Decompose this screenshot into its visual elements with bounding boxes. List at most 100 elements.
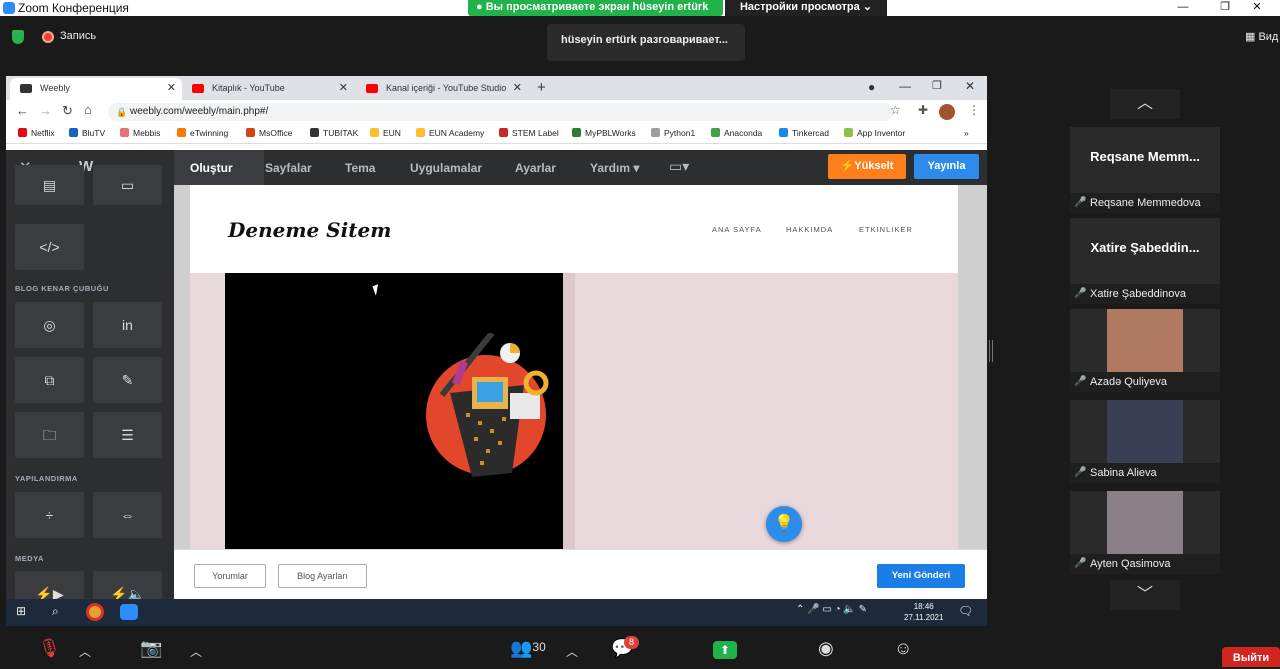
close-tab-icon[interactable]: ✕ — [339, 78, 348, 99]
nav-help[interactable]: Yardım ▾ — [590, 161, 639, 175]
back-icon[interactable]: ← — [16, 103, 29, 118]
browser-close-button[interactable]: ✕ — [965, 79, 975, 93]
taskbar-search-icon[interactable]: ⌕ — [52, 604, 59, 619]
bookmark-eun[interactable]: EUN — [370, 128, 401, 138]
browser-menu-icon[interactable]: ⋮ — [968, 103, 980, 117]
participant-tile[interactable]: 🎤 Azadə Quliyeva — [1070, 309, 1220, 392]
flickr-element-tile[interactable]: ◎ — [15, 302, 84, 348]
nav-pages[interactable]: Sayfalar — [265, 161, 312, 175]
bookmark-mypblworks[interactable]: MyPBLWorks — [572, 128, 636, 138]
reload-icon[interactable]: ↻ — [62, 103, 73, 119]
column-divider[interactable] — [563, 273, 575, 549]
bookmark-netflix[interactable]: Netflix — [18, 128, 55, 138]
share-screen-icon[interactable]: ⬆ — [713, 641, 737, 659]
browser-tab-weebly[interactable]: Weebly ✕ — [10, 78, 182, 100]
participant-tile[interactable]: Xatire Şabeddin... 🎤 Xatire Şabeddinova — [1070, 218, 1220, 304]
browser-maximize-button[interactable]: ❐ — [932, 79, 942, 92]
participant-tile[interactable]: 🎤 Ayten Qasimova — [1070, 491, 1220, 574]
nav-settings[interactable]: Ayarlar — [515, 161, 556, 175]
embed-code-tile[interactable]: </> — [15, 224, 84, 270]
system-tray-icons[interactable]: ⌃ 🎤 ▭ ◔ 🔈 ✎ — [796, 604, 867, 615]
audio-element-tile[interactable]: ⚡🔈 — [93, 571, 162, 599]
tips-lightbulb-button[interactable]: 💡 — [766, 506, 802, 542]
site-nav-about[interactable]: HAKKIMDA — [786, 225, 833, 234]
home-icon[interactable]: ⌂ — [84, 102, 92, 117]
nav-build[interactable]: Oluştur — [190, 161, 233, 175]
gallery-element-tile[interactable]: ▤ — [15, 165, 84, 205]
bookmark-star-icon[interactable]: ☆ — [890, 103, 901, 117]
view-settings-dropdown[interactable]: Настройки просмотра ⌄ — [725, 0, 887, 16]
notifications-icon[interactable]: 🗨 — [958, 604, 973, 618]
divider-element-tile[interactable]: ÷ — [15, 492, 84, 538]
gallery-icon: ▤ — [42, 177, 57, 193]
bookmark-tinkercad[interactable]: Tinkercad — [779, 128, 829, 138]
gallery-scroll-down[interactable]: ﹀ — [1110, 580, 1180, 610]
site-nav-events[interactable]: ETKINLIKER — [859, 225, 913, 234]
minimize-button[interactable]: — — [1160, 0, 1206, 16]
participants-button[interactable]: 👥30 — [510, 638, 546, 659]
browser-minimize-button[interactable]: — — [899, 79, 911, 93]
taskbar-clock[interactable]: 18:46 27.11.2021 — [904, 601, 943, 623]
bookmark-tubitak[interactable]: TUBITAK — [310, 128, 358, 138]
gallery-scroll-up[interactable]: ︿ — [1110, 89, 1180, 119]
participant-tile[interactable]: 🎤 Sabina Alieva — [1070, 400, 1220, 483]
categories-element-tile[interactable]: 🗀 — [15, 412, 84, 458]
bookmark-stem-label[interactable]: STEM Label — [499, 128, 559, 138]
archive-element-tile[interactable]: ⧉ — [15, 357, 84, 403]
close-tab-icon[interactable]: ✕ — [167, 78, 176, 99]
nav-theme[interactable]: Tema — [345, 161, 375, 175]
browser-tab-youtube[interactable]: Kitaplık - YouTube ✕ — [182, 78, 354, 100]
new-post-button[interactable]: Yeni Gönderi — [877, 564, 965, 588]
reactions-icon[interactable]: ☺ — [894, 638, 912, 659]
record-icon[interactable]: ◉ — [818, 638, 834, 659]
view-button[interactable]: ▦ Вид — [1245, 30, 1278, 43]
browser-tab-youtube-studio[interactable]: Kanal içeriği - YouTube Studio ✕ — [356, 78, 528, 100]
recording-label[interactable]: Запись — [42, 30, 96, 42]
spacer-element-tile[interactable]: ⇔ — [93, 492, 162, 538]
bookmark-app-inventor[interactable]: App Inventor — [844, 128, 905, 138]
bookmark-mebbis[interactable]: Mebbis — [120, 128, 160, 138]
bookmark-eun-academy[interactable]: EUN Academy — [416, 128, 484, 138]
linkedin-element-tile[interactable]: in — [93, 302, 162, 348]
video-element-tile[interactable]: ⚡▶ — [15, 571, 84, 599]
windows-start-icon[interactable]: ⊞ — [16, 604, 26, 618]
bookmark-python1[interactable]: Python1 — [651, 128, 695, 138]
video-options-chevron-icon[interactable]: ︿ — [190, 643, 202, 660]
address-bar[interactable]: 🔒 weebly.com/weebly/main.php#/ — [108, 103, 893, 121]
site-logo[interactable]: Deneme Sitem — [228, 218, 391, 242]
publish-button[interactable]: Yayınla — [914, 154, 979, 179]
slideshow-element-tile[interactable]: ▭ — [93, 165, 162, 205]
security-shield-icon[interactable] — [12, 30, 24, 44]
extensions-icon[interactable]: ✚ — [918, 103, 928, 117]
site-nav-home[interactable]: ANA SAYFA — [712, 225, 762, 234]
bookmark-blutv[interactable]: BluTV — [69, 128, 105, 138]
media-control-icon[interactable]: ● — [868, 80, 875, 94]
author-element-tile[interactable]: ✎ — [93, 357, 162, 403]
bookmark-etwinning[interactable]: eTwinning — [177, 128, 228, 138]
forward-icon[interactable]: → — [39, 103, 52, 118]
start-video-icon[interactable]: 📷 — [140, 638, 162, 659]
close-tab-icon[interactable]: ✕ — [513, 78, 522, 99]
gallery-resize-handle[interactable] — [989, 340, 993, 362]
rss-element-tile[interactable]: ☰ — [93, 412, 162, 458]
participants-chevron-icon[interactable]: ︿ — [566, 643, 578, 660]
leave-meeting-button[interactable]: Выйти — [1222, 647, 1280, 667]
bookmark-msoffice[interactable]: MsOffice — [246, 128, 292, 138]
audio-options-chevron-icon[interactable]: ︿ — [79, 643, 91, 660]
bookmark-anaconda[interactable]: Anaconda — [711, 128, 762, 138]
anaconda-icon — [711, 128, 720, 137]
blog-settings-button[interactable]: Blog Ayarları — [278, 564, 367, 588]
participant-tile[interactable]: Reqsane Memm... 🎤 Reqsane Memmedova — [1070, 127, 1220, 213]
close-window-button[interactable]: ✕ — [1234, 0, 1280, 16]
nav-apps[interactable]: Uygulamalar — [410, 161, 482, 175]
profile-avatar[interactable] — [939, 104, 955, 120]
blog-image[interactable] — [225, 273, 563, 549]
chrome-taskbar-icon[interactable] — [86, 603, 104, 621]
zoom-taskbar-icon[interactable] — [120, 604, 138, 620]
unmute-mic-icon[interactable]: 🎙 — [38, 638, 61, 659]
more-bookmarks-icon[interactable]: » — [964, 128, 969, 138]
upgrade-button[interactable]: ⚡Yükselt — [828, 154, 906, 179]
comments-button[interactable]: Yorumlar — [194, 564, 266, 588]
new-tab-button[interactable]: + — [537, 79, 546, 96]
device-preview-icon[interactable]: ▭▾ — [669, 158, 689, 175]
